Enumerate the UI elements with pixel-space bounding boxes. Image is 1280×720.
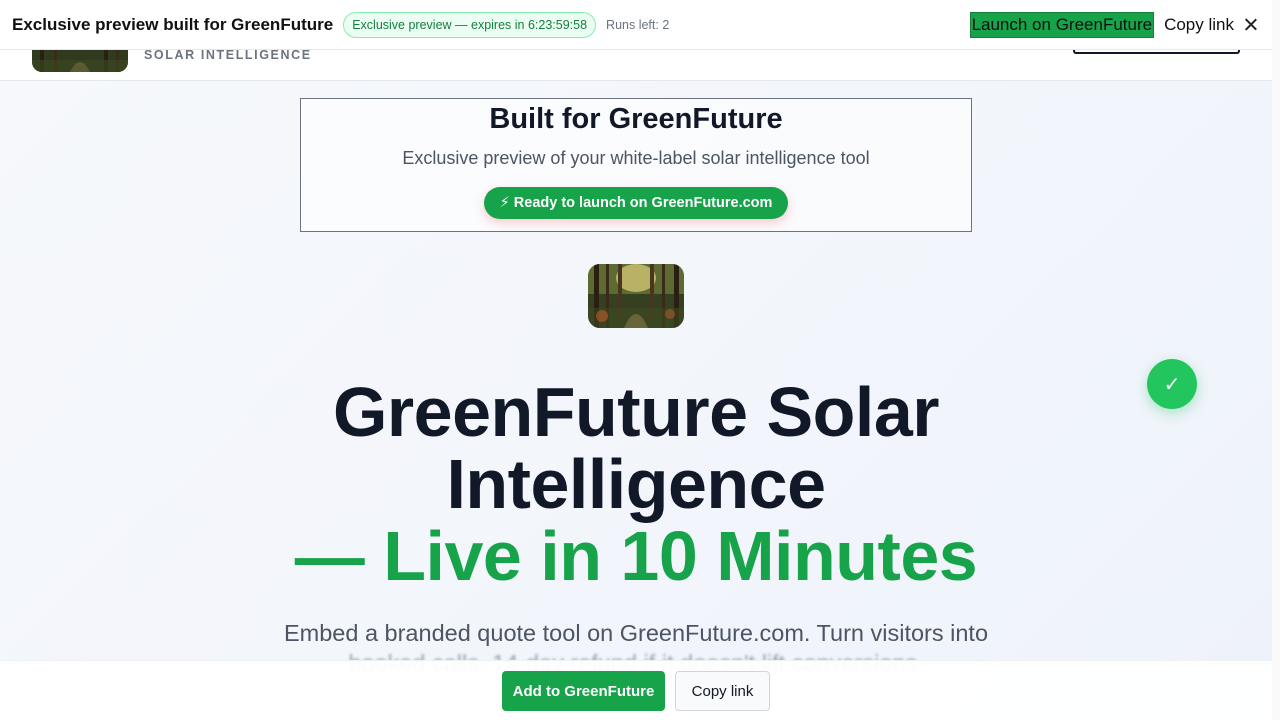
headline-line-1: GreenFuture Solar xyxy=(332,373,940,451)
headline-line-2: Intelligence xyxy=(446,445,826,523)
preview-bar: Exclusive preview built for GreenFuture … xyxy=(0,0,1272,50)
hero-headline: GreenFuture Solar Intelligence — Live in… xyxy=(200,376,1072,592)
expiry-badge: Exclusive preview — expires in 6:23:59:5… xyxy=(343,11,597,38)
add-to-site-button[interactable]: Add to GreenFuture xyxy=(502,671,665,711)
sticky-action-bar: Add to GreenFuture Copy link xyxy=(0,660,1272,720)
copy-link-button[interactable]: Copy link xyxy=(1164,15,1234,35)
headline-line-3: — Live in 10 Minutes xyxy=(294,517,978,595)
scrollbar[interactable] xyxy=(1272,0,1280,720)
description-line-1: Embed a branded quote tool on GreenFutur… xyxy=(283,620,989,646)
copy-link-bottom-button[interactable]: Copy link xyxy=(675,671,770,711)
check-icon: ✓ xyxy=(1147,359,1197,409)
hero-forest-image xyxy=(588,264,684,328)
built-for-card: Built for GreenFuture Exclusive preview … xyxy=(300,98,972,232)
preview-title: Exclusive preview built for GreenFuture xyxy=(12,14,334,34)
ready-to-launch-button[interactable]: ⚡ Ready to launch on GreenFuture.com xyxy=(483,187,789,219)
launch-button[interactable]: Launch on GreenFuture xyxy=(969,11,1155,38)
built-for-title: Built for GreenFuture xyxy=(489,103,783,135)
header-tagline: SOLAR INTELLIGENCE xyxy=(144,48,312,62)
forest-image xyxy=(588,264,684,328)
close-icon[interactable] xyxy=(1242,16,1260,34)
built-for-subtitle: Exclusive preview of your white-label so… xyxy=(402,148,870,168)
runs-left-counter: Runs left: 2 xyxy=(606,17,670,32)
